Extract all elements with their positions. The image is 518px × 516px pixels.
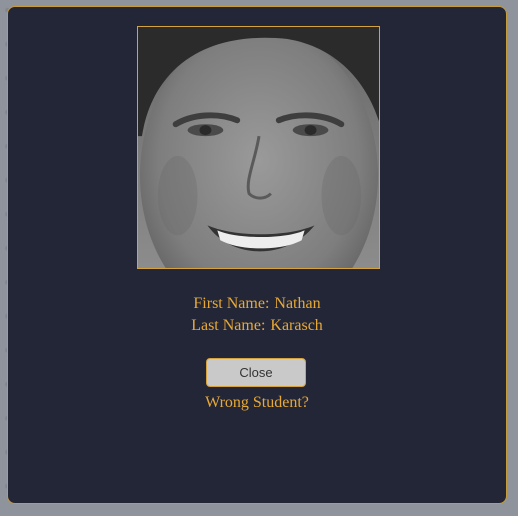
last-name-row: Last Name: Karasch (8, 316, 506, 336)
close-button[interactable]: Close (206, 358, 306, 387)
wrong-student-link[interactable]: Wrong Student? (8, 393, 506, 413)
last-name-label: Last Name: (191, 317, 266, 334)
first-name-value: Nathan (274, 295, 321, 312)
first-name-label: First Name: (193, 295, 270, 312)
face-portrait-image (138, 27, 379, 268)
last-name-value: Karasch (270, 317, 323, 334)
first-name-row: First Name: Nathan (8, 294, 506, 314)
student-info-dialog: First Name: Nathan Last Name: Karasch Clos… (7, 6, 507, 504)
student-photo (137, 26, 380, 269)
